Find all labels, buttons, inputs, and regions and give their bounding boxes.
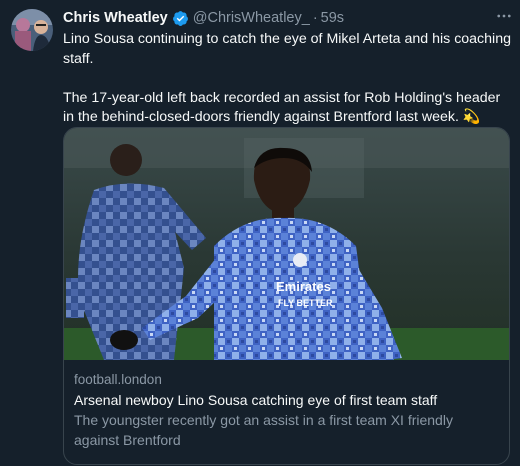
tweet-text: Lino Sousa continuing to catch the eye o…: [63, 30, 511, 128]
card-description: The youngster recently got an assist in …: [74, 412, 453, 448]
tweet-paragraph: The 17-year-old left back recorded an as…: [63, 89, 501, 126]
card-image: Emirates FLY BETTER: [64, 128, 509, 360]
tweet-timestamp[interactable]: 59s: [321, 10, 344, 26]
tweet[interactable]: Chris Wheatley @ChrisWheatley_ · 59s Lin…: [0, 0, 520, 466]
link-preview-card[interactable]: Emirates FLY BETTER football.london Arse…: [63, 127, 510, 465]
shirt-sponsor-text: Emirates: [276, 279, 331, 294]
shirt-sponsor-tagline: FLY BETTER: [278, 298, 333, 308]
avatar[interactable]: [11, 9, 53, 51]
tweet-paragraph: Lino Sousa continuing to catch the eye o…: [63, 31, 511, 67]
author-display-name[interactable]: Chris Wheatley: [63, 10, 168, 26]
card-domain: football.london: [74, 372, 162, 387]
more-horizontal-icon[interactable]: [493, 6, 515, 26]
separator-dot: ·: [312, 10, 318, 26]
avatar-image: [11, 9, 53, 51]
card-info: football.london Arsenal newboy Lino Sous…: [64, 360, 509, 450]
card-title: Arsenal newboy Lino Sousa catching eye o…: [74, 392, 438, 408]
verified-badge-icon: [172, 10, 189, 27]
tweet-body: Chris Wheatley @ChrisWheatley_ · 59s Lin…: [63, 8, 511, 465]
tweet-header: Chris Wheatley @ChrisWheatley_ · 59s: [63, 8, 511, 28]
author-handle[interactable]: @ChrisWheatley_: [193, 10, 310, 26]
